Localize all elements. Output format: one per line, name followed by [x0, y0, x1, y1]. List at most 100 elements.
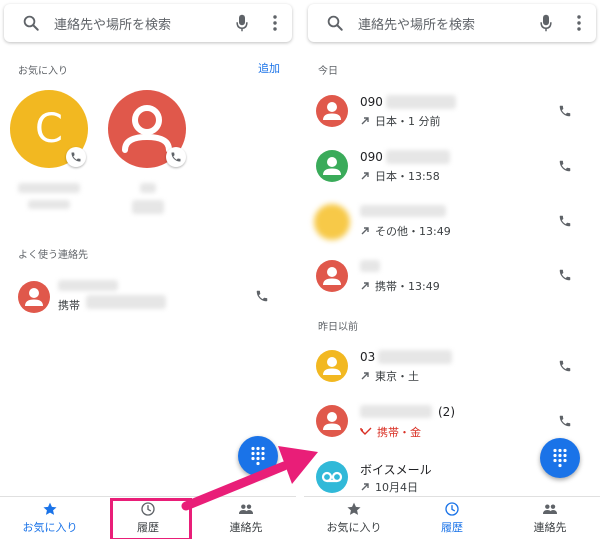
frequent-contact-number-blurred — [86, 295, 166, 309]
nav-contacts[interactable]: 連絡先 — [198, 501, 294, 535]
history-screen: 連絡先や場所を検索 今日 090 日本・1 分前 090 日本・13:58 その… — [304, 0, 600, 539]
earlier-section-label: 昨日以前 — [318, 322, 358, 333]
search-placeholder[interactable]: 連絡先や場所を検索 — [54, 14, 234, 33]
call-7-name: ボイスメール — [360, 463, 432, 477]
call-2-number-blurred — [386, 150, 450, 164]
dialpad-icon — [553, 448, 567, 468]
call-1-number-blurred — [386, 95, 456, 109]
call-4-avatar[interactable] — [316, 260, 348, 292]
call-7-detail: 10月4日 — [360, 479, 418, 495]
nav-contacts[interactable]: 連絡先 — [502, 501, 598, 535]
more-options-icon[interactable] — [272, 14, 278, 32]
favorite-2-sub-blurred — [132, 200, 164, 214]
call-1-avatar[interactable] — [316, 95, 348, 127]
favorite-2-call-button[interactable] — [166, 147, 186, 167]
favorites-screen: 連絡先や場所を検索 お気に入り 追加 C よく使う連絡先 携帯 お気に入り 履歴… — [0, 0, 296, 539]
call-5-number: 03 — [360, 350, 376, 364]
search-icon — [327, 15, 343, 31]
person-icon — [323, 157, 341, 175]
frequent-section-label: よく使う連絡先 — [18, 250, 88, 261]
call-3-name-blurred — [360, 205, 446, 217]
microphone-icon[interactable] — [538, 14, 554, 32]
call-button-phone-icon[interactable] — [255, 289, 269, 303]
outgoing-call-icon — [361, 172, 369, 180]
search-icon — [23, 15, 39, 31]
frequent-contact-type: 携帯 — [58, 299, 80, 312]
bottom-navigation: お気に入り 履歴 連絡先 — [304, 496, 600, 539]
microphone-icon[interactable] — [234, 14, 250, 32]
call-6-count: (2) — [438, 405, 455, 419]
call-6-avatar[interactable] — [316, 405, 348, 437]
call-3-detail: その他・13:49 — [360, 223, 451, 239]
favorite-1-call-button[interactable] — [66, 147, 86, 167]
call-2-number: 090 — [360, 150, 383, 164]
call-6-detail-text: 携帯・金 — [377, 426, 421, 439]
dialpad-button[interactable] — [540, 438, 580, 478]
phone-icon — [71, 152, 81, 162]
person-icon — [323, 267, 341, 285]
call-6-detail: 携帯・金 — [360, 424, 421, 440]
missed-call-icon — [360, 427, 372, 435]
person-icon — [323, 357, 341, 375]
people-icon — [543, 504, 557, 514]
search-bar[interactable]: 連絡先や場所を検索 — [308, 4, 596, 42]
person-icon — [323, 102, 341, 120]
dialpad-button[interactable] — [238, 436, 278, 476]
frequent-contact-name-blurred — [58, 280, 118, 291]
today-section-label: 今日 — [318, 66, 338, 77]
outgoing-call-icon — [361, 372, 369, 380]
nav-history-label: 履歴 — [441, 521, 463, 534]
call-3-phone-icon[interactable] — [558, 214, 572, 228]
more-options-icon[interactable] — [576, 14, 582, 32]
search-bar[interactable]: 連絡先や場所を検索 — [4, 4, 292, 42]
nav-favorites-label: お気に入り — [22, 521, 78, 534]
people-icon — [239, 504, 253, 514]
call-1-phone-icon[interactable] — [558, 104, 572, 118]
outgoing-call-icon — [361, 483, 369, 491]
outgoing-call-icon — [361, 227, 369, 235]
frequent-contact-avatar[interactable] — [18, 281, 50, 313]
call-1-number: 090 — [360, 95, 383, 109]
nav-favorites-label: お気に入り — [326, 521, 382, 534]
call-2-detail-text: 日本・13:58 — [375, 170, 440, 183]
history-tab-highlight — [110, 498, 192, 539]
nav-favorites[interactable]: お気に入り — [2, 501, 98, 535]
phone-icon — [171, 152, 181, 162]
call-6-phone-icon[interactable] — [558, 414, 572, 428]
call-1-detail: 日本・1 分前 — [360, 113, 441, 129]
favorite-1-name-blurred — [18, 183, 80, 193]
call-5-detail-text: 東京・土 — [375, 370, 419, 383]
call-7-avatar[interactable] — [316, 461, 348, 493]
call-3-detail-text: その他・13:49 — [375, 225, 451, 238]
outgoing-call-icon — [361, 282, 369, 290]
call-2-avatar[interactable] — [316, 150, 348, 182]
call-4-name-blurred — [360, 260, 380, 272]
nav-favorites[interactable]: お気に入り — [306, 501, 402, 535]
voicemail-icon — [321, 471, 343, 483]
search-placeholder[interactable]: 連絡先や場所を検索 — [358, 14, 538, 33]
call-2-phone-icon[interactable] — [558, 159, 572, 173]
favorite-1-sub-blurred — [28, 200, 70, 209]
outgoing-call-icon — [361, 117, 369, 125]
call-5-phone-icon[interactable] — [558, 359, 572, 373]
star-icon — [43, 502, 57, 515]
favorite-2-name-blurred — [140, 183, 156, 193]
call-7-detail-text: 10月4日 — [375, 481, 418, 494]
call-4-detail-text: 携帯・13:49 — [375, 280, 440, 293]
favorites-section-label: お気に入り — [18, 66, 68, 77]
call-5-number-blurred — [378, 350, 452, 364]
star-icon — [347, 502, 361, 515]
nav-contacts-label: 連絡先 — [533, 521, 567, 534]
dialpad-icon — [251, 446, 265, 466]
clock-icon — [445, 502, 459, 516]
call-2-detail: 日本・13:58 — [360, 168, 440, 184]
call-5-avatar[interactable] — [316, 350, 348, 382]
call-1-detail-text: 日本・1 分前 — [375, 115, 441, 128]
nav-history[interactable]: 履歴 — [404, 501, 500, 535]
nav-contacts-label: 連絡先 — [229, 521, 263, 534]
call-4-phone-icon[interactable] — [558, 268, 572, 282]
panel-divider — [296, 0, 304, 539]
call-3-avatar-blurred[interactable] — [314, 204, 350, 240]
add-favorite-link[interactable]: 追加 — [258, 60, 280, 76]
person-icon — [323, 412, 341, 430]
